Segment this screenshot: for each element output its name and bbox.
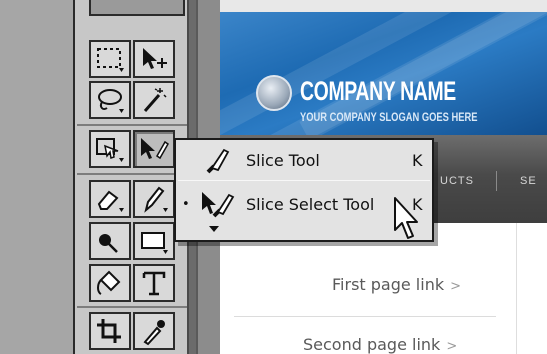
slice-select-icon	[202, 192, 235, 218]
link-text: First page link	[332, 275, 445, 294]
move-tool[interactable]	[133, 40, 175, 78]
pencil-tool[interactable]	[133, 180, 175, 218]
paint-brush-tool[interactable]	[89, 222, 131, 260]
slice-select-tool[interactable]	[133, 130, 175, 168]
menu-separator	[178, 180, 430, 181]
lasso-icon	[98, 89, 124, 113]
mouse-cursor-icon	[394, 197, 418, 239]
menu-item-slice-tool[interactable]: Slice Tool K	[176, 140, 432, 180]
paint-ball-icon	[99, 234, 118, 253]
link-divider	[234, 316, 496, 317]
lasso-tool[interactable]	[89, 81, 131, 119]
nav-separator	[496, 171, 497, 191]
nav-item-products[interactable]: UCTS	[440, 175, 474, 187]
more-tools-arrow-icon[interactable]	[209, 226, 219, 232]
nav-item-services[interactable]: SE	[520, 175, 537, 187]
text-icon	[142, 271, 166, 296]
company-logo	[256, 75, 292, 111]
content-column-divider	[516, 223, 517, 354]
marquee-tool[interactable]	[89, 40, 131, 78]
eyedropper-tool[interactable]	[133, 312, 175, 350]
chevron-right-icon: >	[446, 339, 458, 354]
marquee-icon	[97, 48, 124, 72]
toolbox-divider	[77, 306, 187, 308]
site-banner: COMPANY NAME YOUR COMPANY SLOGAN GOES HE…	[220, 12, 547, 135]
eraser-tool[interactable]	[89, 180, 131, 218]
magic-wand-icon	[143, 88, 167, 112]
company-name: COMPANY NAME	[300, 76, 456, 106]
canvas-top-band	[220, 0, 547, 12]
text-tool[interactable]	[133, 264, 175, 302]
paint-bucket-tool[interactable]	[89, 264, 131, 302]
toolbox-header-swatch	[89, 0, 185, 16]
crop-tool[interactable]	[89, 312, 131, 350]
slice-knife-icon	[206, 148, 230, 174]
magic-wand-tool[interactable]	[133, 81, 175, 119]
link-text: Second page link	[303, 335, 441, 354]
paint-bucket-icon	[97, 270, 121, 295]
rectangle-icon	[141, 232, 168, 254]
site-content: First page link > Second page link >	[220, 223, 547, 354]
toolbox-divider	[77, 124, 187, 126]
company-slogan: YOUR COMPANY SLOGAN GOES HERE	[300, 110, 478, 124]
second-page-link[interactable]: Second page link >	[303, 335, 457, 354]
crop-icon	[97, 319, 121, 343]
slice-tool[interactable]	[89, 130, 131, 168]
toolbox-divider	[77, 173, 187, 175]
move-icon	[143, 48, 167, 69]
chevron-right-icon: >	[450, 279, 462, 294]
menu-item-label: Slice Select Tool	[246, 194, 375, 214]
menu-item-shortcut: K	[412, 150, 423, 170]
slice-select-tool-icon	[141, 138, 169, 160]
slice-tool-icon	[96, 138, 124, 162]
workspace-background	[0, 0, 73, 354]
selected-bullet-icon: •	[182, 196, 190, 212]
eraser-icon	[97, 190, 124, 212]
rectangle-tool[interactable]	[133, 222, 175, 260]
first-page-link[interactable]: First page link >	[332, 275, 461, 294]
pencil-icon	[144, 186, 168, 213]
eyedropper-icon	[143, 320, 165, 346]
menu-item-label: Slice Tool	[246, 150, 320, 170]
